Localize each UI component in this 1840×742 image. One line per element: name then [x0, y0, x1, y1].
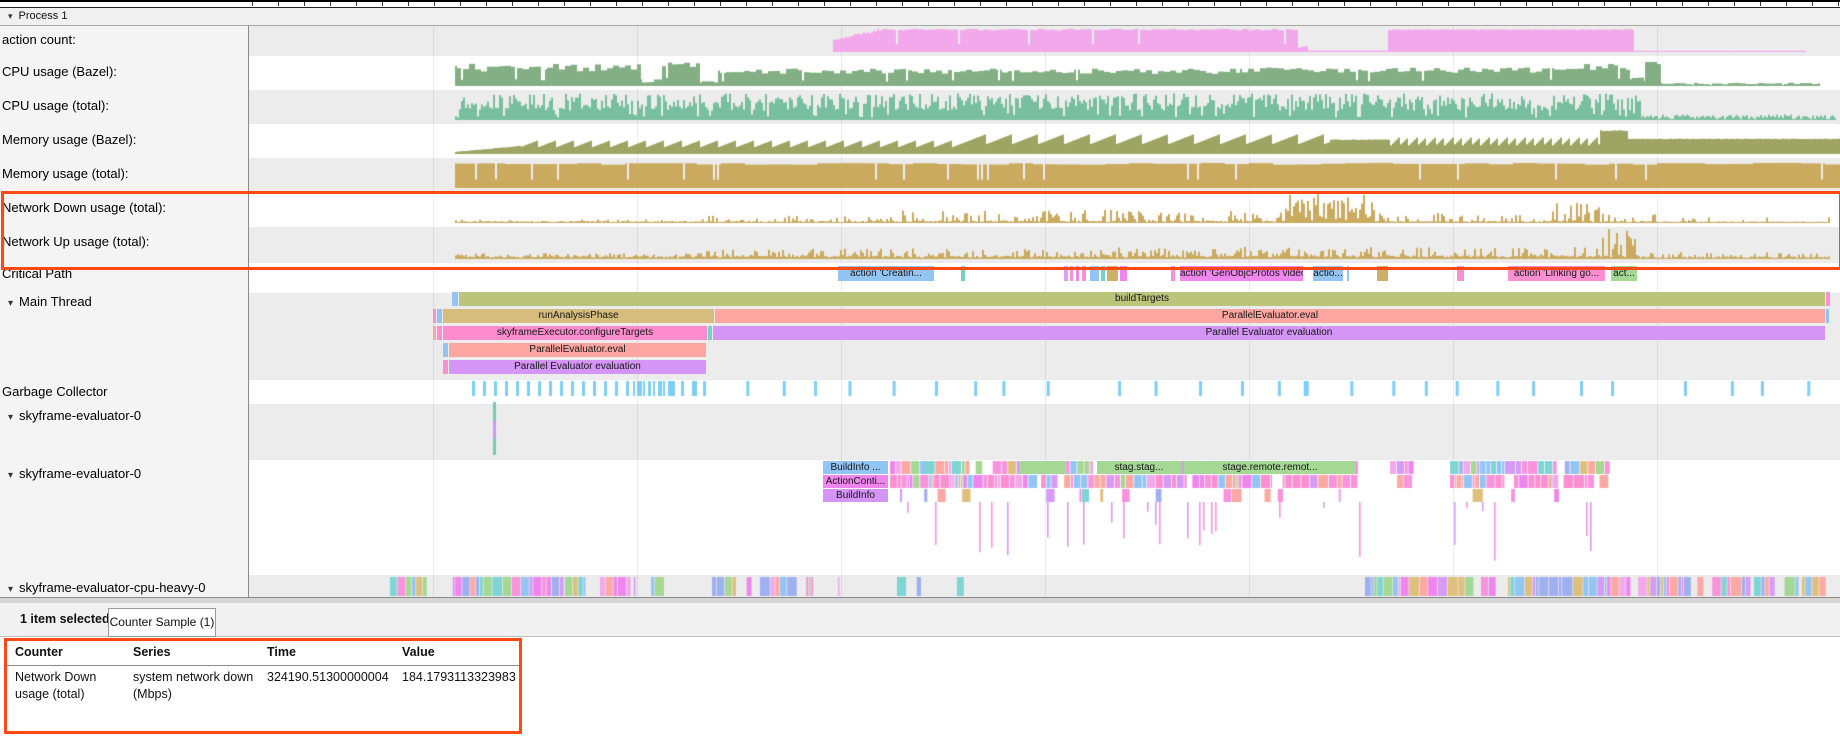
track-label-action-count: action count: — [2, 32, 76, 47]
main-thread-slice[interactable] — [1826, 309, 1829, 323]
track-label-skyframe-0a[interactable]: ▾skyframe-evaluator-0 — [8, 408, 141, 423]
table-header-divider — [7, 665, 519, 666]
main-thread-slice[interactable] — [437, 309, 442, 323]
main-thread-slice[interactable] — [443, 343, 448, 357]
track-label-cpu-bazel: CPU usage (Bazel): — [2, 64, 117, 79]
critical-path-slice-action-linking-go[interactable]: action 'Linking go... — [1508, 266, 1605, 281]
col-header-time: Time — [267, 645, 296, 659]
main-thread-slice-parallelevaluator-eval[interactable]: ParallelEvaluator.eval — [449, 343, 706, 357]
main-thread-slice[interactable] — [437, 326, 442, 340]
critical-path-slice-actio[interactable]: actio... — [1313, 266, 1343, 281]
skyframe-slice-buildinfo[interactable]: BuildInfo — [823, 489, 888, 502]
main-thread-slice-parallel-evaluator-evaluation[interactable]: Parallel Evaluator evaluation — [449, 360, 706, 374]
track-label-cpu-heavy[interactable]: ▾skyframe-evaluator-cpu-heavy-0 — [8, 580, 205, 595]
critical-path-slice[interactable] — [1107, 266, 1118, 281]
critical-path-slice[interactable] — [1457, 266, 1464, 281]
critical-path-slice[interactable] — [1064, 266, 1068, 281]
collapse-arrow-icon[interactable]: ▾ — [8, 298, 13, 309]
main-thread-slice[interactable] — [452, 292, 458, 306]
counter-sample-table: Counter Series Time Value Network Down u… — [4, 638, 522, 734]
process-title: Process 1 — [19, 10, 68, 22]
critical-path-slice[interactable] — [1082, 266, 1086, 281]
col-header-counter: Counter — [15, 645, 63, 659]
main-thread-slice-parallelevaluator-eval[interactable]: ParallelEvaluator.eval — [715, 309, 1825, 323]
critical-path-slice[interactable] — [1076, 266, 1079, 281]
timeline-ruler[interactable] — [0, 0, 1840, 8]
main-thread-slice[interactable] — [433, 309, 436, 323]
cell-value[interactable]: 184.1793113323983 — [402, 669, 516, 686]
main-thread-slice[interactable] — [708, 326, 712, 340]
critical-path-slice-action-genobjcprotos-video[interactable]: action 'GenObjcProtos video/... — [1180, 266, 1303, 281]
track-label-mem-total: Memory usage (total): — [2, 166, 128, 181]
critical-path-slice[interactable] — [1120, 266, 1127, 281]
cell-series[interactable]: system network down (Mbps) — [133, 669, 261, 703]
critical-path-slice[interactable] — [1377, 266, 1388, 281]
track-label-cpu-total: CPU usage (total): — [2, 98, 109, 113]
process-header[interactable]: ▾ Process 1 — [0, 8, 1840, 26]
critical-path-slice-action-creatin[interactable]: action 'Creatin... — [838, 266, 934, 281]
trace-viewer: ▾ Process 1 action count: CPU usage (Baze… — [0, 0, 1840, 742]
skyframe-slice-actionconti[interactable]: ActionConti... — [823, 475, 888, 488]
collapse-arrow-icon[interactable]: ▾ — [8, 470, 13, 481]
critical-path-slice[interactable] — [1070, 266, 1073, 281]
skyframe-slice-stage-remote-remot[interactable]: stage.remote.remot... — [1184, 461, 1356, 474]
skyframe-slice-buildinfo[interactable]: BuildInfo ... — [823, 461, 888, 474]
main-thread-slice-buildtargets[interactable]: buildTargets — [459, 292, 1825, 306]
col-header-value: Value — [402, 645, 435, 659]
track-label-net-down: Network Down usage (total): — [2, 200, 166, 215]
critical-path-slice[interactable] — [961, 266, 965, 281]
critical-path-slice[interactable] — [1090, 266, 1099, 281]
collapse-arrow-icon[interactable]: ▾ — [8, 11, 13, 21]
track-label-net-up: Network Up usage (total): — [2, 234, 149, 249]
main-thread-slice[interactable] — [433, 326, 436, 340]
main-thread-slice[interactable] — [1826, 292, 1830, 306]
selection-summary: 1 item selected. — [20, 612, 113, 626]
critical-path-slice[interactable] — [1101, 266, 1105, 281]
skyframe-slice-stag-stag[interactable]: stag.stag... — [1097, 461, 1181, 474]
main-thread-slice-runanalysisphase[interactable]: runAnalysisPhase — [443, 309, 714, 323]
main-thread-slice-skyframeexecutor-configuretargets[interactable]: skyframeExecutor.configureTargets — [443, 326, 707, 340]
collapse-arrow-icon[interactable]: ▾ — [8, 412, 13, 423]
details-tabstrip: 1 item selected. Counter Sample (1) — [0, 603, 1840, 637]
skyframe-slice[interactable] — [1020, 461, 1066, 474]
main-thread-slice-parallel-evaluator-evaluation[interactable]: Parallel Evaluator evaluation — [713, 326, 1825, 340]
critical-path-slice-act[interactable]: act... — [1611, 266, 1637, 281]
track-label-critical-path: Critical Path — [2, 266, 72, 281]
cell-time[interactable]: 324190.51300000004 — [267, 669, 389, 686]
critical-path-slice[interactable] — [1347, 266, 1349, 281]
details-panel: 1 item selected. Counter Sample (1) Coun… — [0, 603, 1840, 742]
tab-counter-sample[interactable]: Counter Sample (1) — [108, 608, 216, 637]
col-header-series: Series — [133, 645, 171, 659]
cell-counter[interactable]: Network Down usage (total) — [15, 669, 129, 703]
ruler-ticks — [252, 2, 1840, 6]
track-label-mem-bazel: Memory usage (Bazel): — [2, 132, 136, 147]
track-label-gc: Garbage Collector — [2, 384, 108, 399]
critical-path-slice[interactable] — [1171, 266, 1175, 281]
track-label-main-thread[interactable]: ▾Main Thread — [8, 294, 92, 309]
collapse-arrow-icon[interactable]: ▾ — [8, 584, 13, 595]
track-label-skyframe-0b[interactable]: ▾skyframe-evaluator-0 — [8, 466, 141, 481]
main-thread-slice[interactable] — [443, 360, 448, 374]
